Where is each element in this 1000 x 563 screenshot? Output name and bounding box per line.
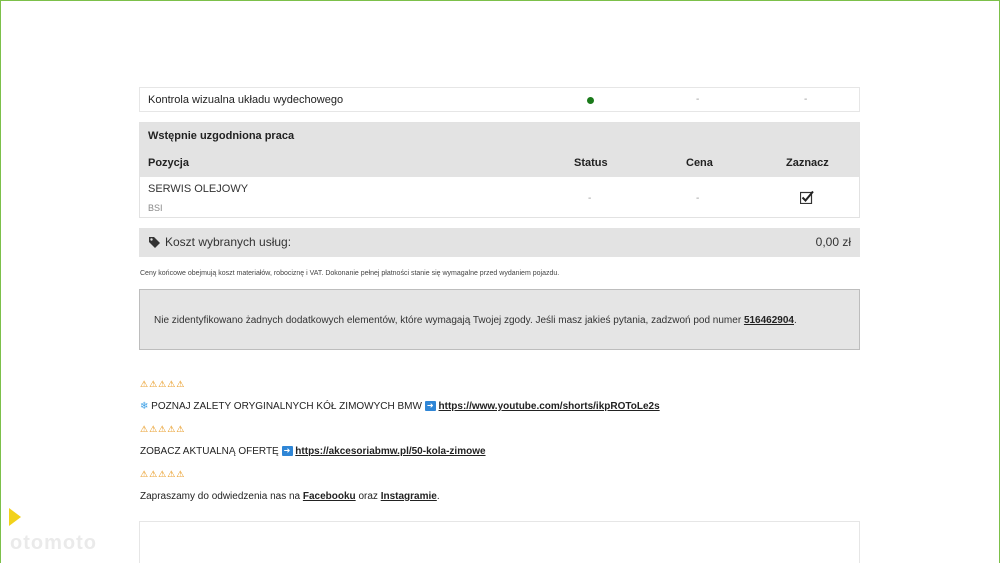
cost-bar: Koszt wybranych usług: 0,00 zł xyxy=(139,228,860,257)
column-position: Pozycja xyxy=(148,157,189,169)
arrow-right-icon: ➜ xyxy=(424,401,436,412)
snowflake-icon: ❄ xyxy=(140,401,149,412)
warning-icons: ⚠⚠⚠⚠⚠ xyxy=(140,379,186,389)
column-price: Cena xyxy=(686,157,713,169)
item-status: - xyxy=(588,193,592,204)
info-box: Nie zidentyfikowano żadnych dodatkowych … xyxy=(139,289,860,350)
promo-text-3a: Zapraszamy do odwiedzenia nas na xyxy=(140,491,303,502)
item-price: - xyxy=(696,193,700,204)
service-name: Kontrola wizualna układu wydechowego xyxy=(148,94,344,106)
info-text: Nie zidentyfikowano żadnych dodatkowych … xyxy=(154,315,744,326)
column-mark: Zaznacz xyxy=(786,157,829,169)
status-ok-dot xyxy=(587,97,594,104)
promo-line-2: ZOBACZ AKTUALNĄ OFERTĘ ➜ https://akcesor… xyxy=(140,446,486,457)
offer-link[interactable]: https://akcesoriabmw.pl/50-kola-zimowe xyxy=(295,446,485,457)
facebook-link[interactable]: Facebooku xyxy=(303,491,356,502)
service-mark: - xyxy=(804,94,808,105)
next-section-box xyxy=(139,521,860,563)
promo-text-2: ZOBACZ AKTUALNĄ OFERTĘ xyxy=(140,446,279,457)
price-note: Ceny końcowe obejmują koszt materiałów, … xyxy=(140,270,560,277)
promo-text-3b: oraz xyxy=(355,491,381,502)
checkbox-checked-icon[interactable] xyxy=(800,190,814,204)
frame-left-border xyxy=(0,0,1,563)
agreed-work-table: Wstępnie uzgodniona praca Pozycja Status… xyxy=(139,122,860,218)
service-price: - xyxy=(696,94,700,105)
frame-top-border xyxy=(0,0,1000,1)
item-name: SERWIS OLEJOWY xyxy=(148,183,249,195)
info-message: Nie zidentyfikowano żadnych dodatkowych … xyxy=(154,315,797,326)
cost-label: Koszt wybranych usług: xyxy=(165,235,292,249)
column-status: Status xyxy=(574,157,608,169)
cost-value: 0,00 zł xyxy=(815,235,851,249)
warning-icons: ⚠⚠⚠⚠⚠ xyxy=(140,469,186,479)
promo-line-3: Zapraszamy do odwiedzenia nas na Faceboo… xyxy=(140,491,440,502)
table-title: Wstępnie uzgodniona praca xyxy=(148,130,295,142)
phone-number-link[interactable]: 516462904 xyxy=(744,315,794,326)
item-subtitle: BSI xyxy=(148,203,163,213)
instagram-link[interactable]: Instagramie xyxy=(381,491,437,502)
warning-icons: ⚠⚠⚠⚠⚠ xyxy=(140,424,186,434)
tag-icon xyxy=(149,237,160,248)
youtube-link[interactable]: https://www.youtube.com/shorts/ikpROToLe… xyxy=(439,401,660,412)
arrow-right-icon: ➜ xyxy=(281,446,293,457)
promo-text-1: POZNAJ ZALETY ORYGINALNYCH KÓŁ ZIMOWYCH … xyxy=(151,401,422,412)
watermark-text: otomoto xyxy=(10,532,97,554)
info-end: . xyxy=(794,315,797,326)
service-row: Kontrola wizualna układu wydechowego - - xyxy=(139,87,860,112)
promo-text-3c: . xyxy=(436,491,440,502)
watermark-logo-icon xyxy=(9,508,21,526)
table-header: Wstępnie uzgodniona praca Pozycja Status… xyxy=(140,123,859,177)
promo-line-1: ❄ POZNAJ ZALETY ORYGINALNYCH KÓŁ ZIMOWYC… xyxy=(140,401,660,412)
